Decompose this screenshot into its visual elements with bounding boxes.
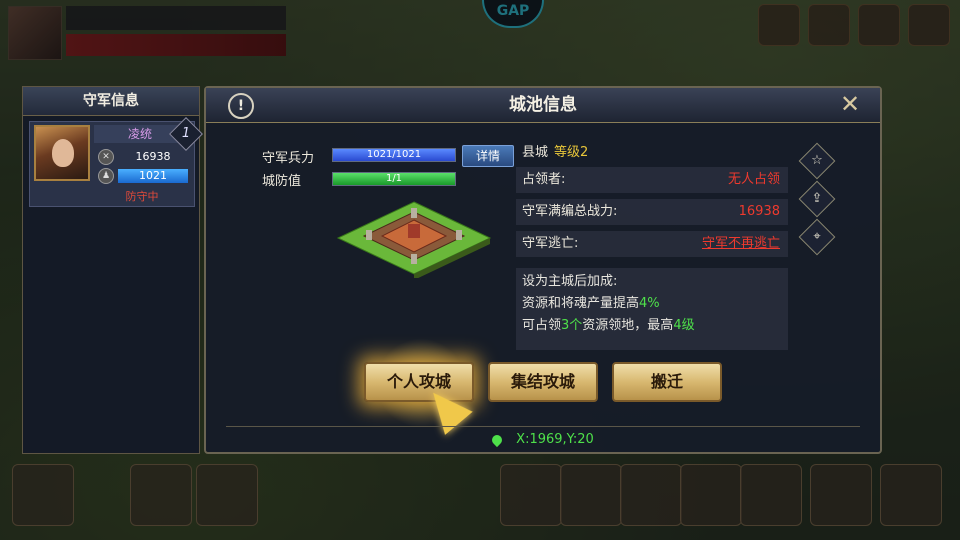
soldier-icon: ♟ [98, 168, 114, 184]
city-type-line: 县城 等级2 [522, 141, 588, 160]
divider [226, 426, 860, 427]
defender-panel: 守军信息 凌统 1 ✕ 16938 ♟ 1021 防守中 [22, 86, 203, 454]
coordinates-link[interactable]: X:1969,Y:20 [206, 432, 880, 447]
defense-label: 城防值 [262, 174, 302, 189]
dialog-title: 城池信息 [509, 95, 577, 115]
bottom-slot[interactable] [500, 464, 562, 526]
rally-attack-button[interactable]: 集结攻城 [488, 362, 598, 402]
dialog-header: ! 城池信息 ✕ [206, 88, 880, 123]
bottom-slot[interactable] [680, 464, 742, 526]
bottom-slot[interactable] [560, 464, 622, 526]
city-type: 县城 [522, 145, 549, 160]
general-troops-row: ♟ 1021 [98, 168, 190, 184]
general-status: 防守中 [125, 190, 159, 203]
favorite-star-icon[interactable]: ☆ [798, 142, 836, 180]
city-info-dialog: ! 城池信息 ✕ 守军兵力 1021/1021 详情 城防值 1/1 县城 等级2… [204, 86, 882, 454]
bottom-slot[interactable] [880, 464, 942, 526]
bonus-title: 设为主城后加成: [522, 274, 618, 289]
city-level: 等级2 [554, 145, 589, 160]
occupier-row: 占领者: 无人占领 [516, 167, 788, 193]
bonus-line-2: 可占领3个资源领地，最高4级 [522, 318, 695, 333]
bottom-slot[interactable] [12, 464, 74, 526]
map-pin-icon [490, 432, 505, 447]
garrison-label: 守军兵力 [262, 151, 315, 166]
crossed-swords-icon: ✕ [98, 149, 114, 165]
detail-button[interactable]: 详情 [462, 145, 514, 167]
bottom-slot[interactable] [130, 464, 192, 526]
occupier-value: 无人占领 [727, 172, 780, 187]
total-power-value: 16938 [738, 204, 780, 219]
general-power-value: 16938 [135, 150, 171, 163]
main-city-bonus: 设为主城后加成: 资源和将魂产量提高4% 可占领3个资源领地，最高4级 [516, 268, 788, 350]
defense-value: 1/1 [385, 173, 403, 184]
escape-row: 守军逃亡: 守军不再逃亡 [516, 231, 788, 257]
bottom-slot[interactable] [196, 464, 258, 526]
castle-image [336, 201, 492, 278]
general-level-badge: 1 [169, 117, 203, 151]
total-power-row: 守军满编总战力: 16938 [516, 199, 788, 225]
location-pin-icon[interactable]: ⌖ [798, 218, 836, 256]
general-portrait [34, 125, 90, 181]
escape-value-link[interactable]: 守军不再逃亡 [702, 231, 780, 257]
total-power-label: 守军满编总战力: [522, 204, 618, 219]
general-troops-value: 1021 [139, 169, 167, 182]
share-icon[interactable]: ⇪ [798, 180, 836, 218]
bottom-slot[interactable] [620, 464, 682, 526]
general-power-row: ✕ 16938 [98, 149, 190, 165]
bottom-slot[interactable] [810, 464, 872, 526]
defender-panel-title: 守军信息 [23, 87, 199, 116]
bottom-slot[interactable] [740, 464, 802, 526]
general-card[interactable]: 凌统 1 ✕ 16938 ♟ 1021 防守中 [29, 117, 203, 207]
occupier-label: 占领者: [522, 172, 566, 187]
garrison-bar: 1021/1021 [332, 148, 456, 162]
escape-label: 守军逃亡: [522, 236, 579, 251]
close-icon[interactable]: ✕ [838, 92, 862, 117]
defense-bar: 1/1 [332, 172, 456, 186]
relocate-button[interactable]: 搬迁 [612, 362, 722, 402]
garrison-value: 1021/1021 [366, 149, 422, 160]
bonus-line-1: 资源和将魂产量提高4% [522, 296, 660, 311]
bottom-bar [0, 458, 960, 540]
